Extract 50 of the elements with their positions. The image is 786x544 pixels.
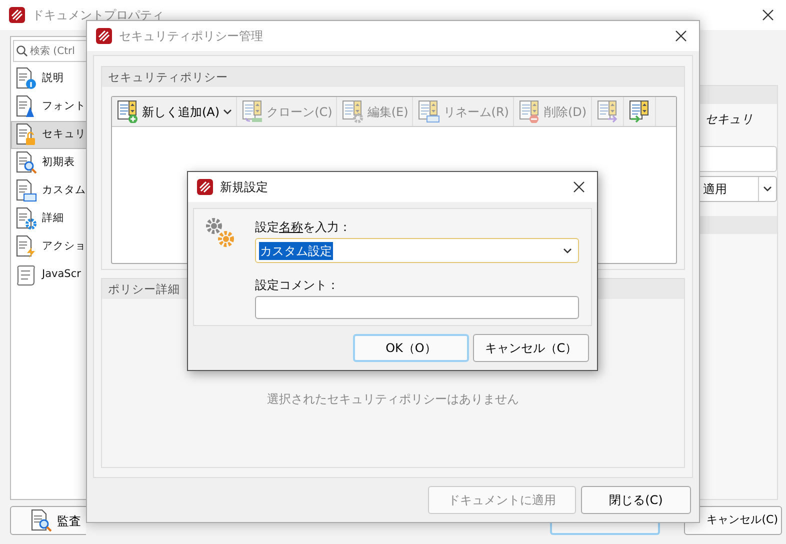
app-logo-icon	[95, 27, 113, 45]
close-icon	[573, 181, 585, 193]
cancel-button[interactable]: キャンセル(C)	[684, 506, 782, 535]
add-document-icon	[116, 100, 139, 123]
dialog-button[interactable]: キャンセル（C）	[473, 334, 589, 362]
form-document-icon	[14, 179, 38, 203]
name-combobox[interactable]: カスタム設定	[255, 238, 579, 263]
magnifier-document-icon	[29, 508, 53, 532]
text-field[interactable]	[700, 146, 777, 172]
audit-button[interactable]: 監査	[10, 506, 86, 535]
rename-document-icon	[417, 100, 440, 123]
sidebar-item[interactable]: JavaScr	[11, 261, 86, 289]
search-field[interactable]: 検索 (Ctrl	[13, 40, 86, 62]
section-heading: セキュリ	[705, 112, 753, 126]
import-document-icon	[628, 100, 651, 123]
lightning-document-icon	[14, 235, 38, 259]
delete-document-icon	[518, 100, 541, 123]
empty-message: 選択されたセキュリティポリシーはありません	[267, 391, 519, 408]
close-icon	[675, 30, 687, 42]
sidebar-item[interactable]: カスタム	[11, 177, 86, 205]
caret-icon	[763, 186, 772, 192]
apply-dropdown[interactable]: 適用	[700, 176, 777, 202]
clone-document-icon	[240, 100, 264, 123]
gear-document-icon	[14, 207, 38, 231]
magnifier-document-icon	[14, 151, 38, 175]
window-title: ドキュメントプロパティ	[32, 7, 164, 24]
sidebar-item[interactable]: 説明	[11, 65, 86, 93]
sidebar-item[interactable]: 詳細	[11, 205, 86, 233]
window-title: セキュリティポリシー管理	[119, 28, 263, 45]
app-logo-icon	[8, 6, 26, 24]
sidebar-item[interactable]: セキュリ	[11, 121, 86, 149]
edit-document-icon	[341, 100, 364, 123]
window-title: 新規設定	[220, 179, 268, 196]
info-document-icon	[14, 67, 38, 91]
dialog-button[interactable]: 閉じる(C)	[581, 486, 691, 514]
toolbar-button[interactable]: 新しく追加(A)	[112, 97, 237, 126]
lock-document-icon	[14, 123, 38, 147]
sidebar-item[interactable]: フォント	[11, 93, 86, 121]
field-label: 設定コメント：	[255, 277, 339, 294]
dialog-button[interactable]: OK（O）	[353, 334, 469, 362]
comment-input[interactable]	[255, 296, 579, 319]
scroll-icon	[14, 263, 38, 287]
dropdown-caret-icon	[563, 248, 572, 254]
sidebar-item[interactable]: 初期表	[11, 149, 86, 177]
sidebar-item[interactable]: アクショ	[11, 233, 86, 261]
field-label: 設定名称を入力：	[255, 219, 351, 236]
export-document-icon	[596, 100, 619, 123]
group-title: セキュリティポリシー	[102, 67, 684, 87]
close-icon	[762, 9, 774, 21]
app-logo-icon	[196, 178, 214, 196]
